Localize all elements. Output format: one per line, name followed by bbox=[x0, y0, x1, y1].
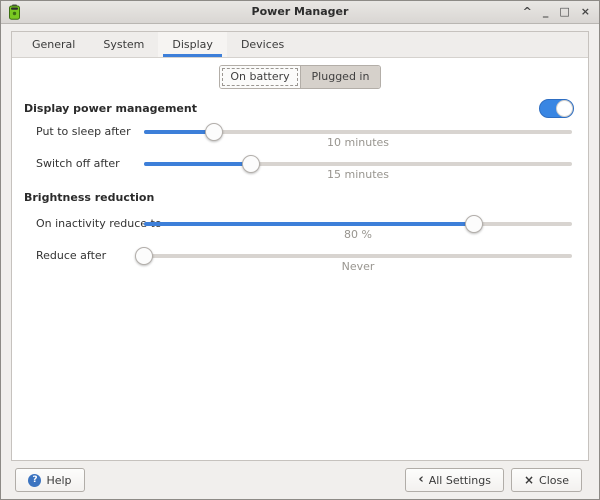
on-battery-button[interactable]: On battery bbox=[220, 66, 300, 88]
switch-off-slider-label: Switch off after bbox=[36, 157, 144, 170]
footer-bar: ? Help ‹ All Settings × Close bbox=[1, 461, 599, 499]
switch-off-slider-row: Switch off after 15 minutes bbox=[36, 151, 572, 183]
brightness-level-slider-label: On inactivity reduce to bbox=[36, 217, 144, 230]
minimize-icon[interactable]: _ bbox=[543, 1, 549, 23]
section-title-dpm: Display power management bbox=[24, 102, 197, 115]
sleep-slider[interactable] bbox=[144, 130, 572, 134]
close-button-label: Close bbox=[539, 474, 569, 487]
help-icon: ? bbox=[28, 474, 41, 487]
close-x-icon: × bbox=[524, 473, 534, 487]
switch-off-slider[interactable] bbox=[144, 162, 572, 166]
sleep-slider-value: 10 minutes bbox=[144, 136, 572, 149]
slider-fill bbox=[144, 222, 474, 226]
help-button[interactable]: ? Help bbox=[15, 468, 85, 492]
shade-icon[interactable]: ^ bbox=[523, 1, 532, 23]
display-tab-page: On battery Plugged in Display power mana… bbox=[12, 65, 588, 275]
plugged-in-button[interactable]: Plugged in bbox=[300, 66, 380, 88]
all-settings-button[interactable]: ‹ All Settings bbox=[405, 468, 504, 492]
brightness-level-slider-value: 80 % bbox=[144, 228, 572, 241]
slider-fill bbox=[144, 162, 251, 166]
help-button-label: Help bbox=[46, 474, 71, 487]
slider-fill bbox=[144, 130, 214, 134]
tab-display[interactable]: Display bbox=[158, 32, 227, 57]
power-manager-window: Power Manager ^ _ □ × General System Dis… bbox=[0, 0, 600, 500]
back-chevron-icon: ‹ bbox=[418, 475, 423, 485]
window-controls: ^ _ □ × bbox=[523, 1, 590, 23]
close-button[interactable]: × Close bbox=[511, 468, 582, 492]
reduce-after-slider-value: Never bbox=[144, 260, 572, 273]
titlebar: Power Manager ^ _ □ × bbox=[1, 1, 599, 24]
dpm-toggle-switch[interactable] bbox=[539, 99, 574, 118]
toggle-knob bbox=[556, 100, 573, 117]
window-title: Power Manager bbox=[1, 1, 599, 23]
reduce-after-slider-row: Reduce after Never bbox=[36, 243, 572, 275]
reduce-after-slider-label: Reduce after bbox=[36, 249, 144, 262]
brightness-level-slider-row: On inactivity reduce to 80 % bbox=[36, 211, 572, 243]
tab-bar: General System Display Devices bbox=[12, 32, 588, 58]
tab-general[interactable]: General bbox=[18, 32, 89, 57]
all-settings-button-label: All Settings bbox=[429, 474, 491, 487]
switch-off-slider-value: 15 minutes bbox=[144, 168, 572, 181]
close-icon[interactable]: × bbox=[581, 1, 590, 23]
reduce-after-slider[interactable] bbox=[144, 254, 572, 258]
maximize-icon[interactable]: □ bbox=[559, 1, 569, 23]
section-title-brightness: Brightness reduction bbox=[24, 191, 588, 207]
settings-notebook: General System Display Devices On batter… bbox=[11, 31, 589, 461]
tab-devices[interactable]: Devices bbox=[227, 32, 298, 57]
sleep-slider-label: Put to sleep after bbox=[36, 125, 144, 138]
power-source-selector: On battery Plugged in bbox=[12, 65, 588, 89]
tab-system[interactable]: System bbox=[89, 32, 158, 57]
brightness-level-slider[interactable] bbox=[144, 222, 572, 226]
sleep-slider-row: Put to sleep after 10 minutes bbox=[36, 119, 572, 151]
display-power-management-row: Display power management bbox=[24, 99, 574, 117]
